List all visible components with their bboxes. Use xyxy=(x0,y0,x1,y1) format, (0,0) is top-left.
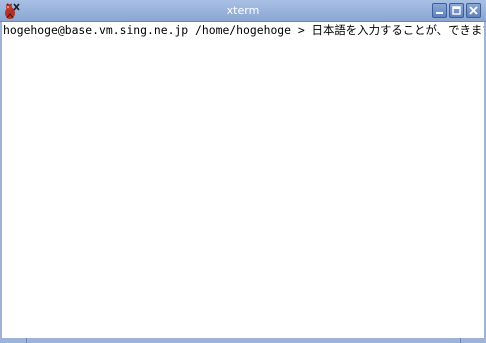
maximize-button[interactable] xyxy=(449,3,464,18)
resize-handle-right[interactable] xyxy=(460,338,461,343)
minimize-button[interactable] xyxy=(432,3,447,18)
resize-handle-left[interactable] xyxy=(26,338,27,343)
shell-prompt: hogehoge@base.vm.sing.ne.jp /home/hogeho… xyxy=(3,23,312,37)
command-line: hogehoge@base.vm.sing.ne.jp /home/hogeho… xyxy=(3,23,484,38)
window-title: xterm xyxy=(226,4,260,17)
typed-input: 日本語を入力することが、できます。 xyxy=(311,23,484,37)
terminal-area[interactable]: hogehoge@base.vm.sing.ne.jp /home/hogeho… xyxy=(2,22,484,338)
close-icon xyxy=(469,6,478,15)
title-bar[interactable]: xterm xyxy=(0,0,486,22)
xterm-window: xterm hogehoge@base.vm.sing.ne.jp /home/… xyxy=(0,0,486,343)
close-button[interactable] xyxy=(466,3,481,18)
minimize-icon xyxy=(436,12,443,14)
window-frame-bottom[interactable] xyxy=(0,338,486,343)
maximize-icon xyxy=(452,6,461,15)
